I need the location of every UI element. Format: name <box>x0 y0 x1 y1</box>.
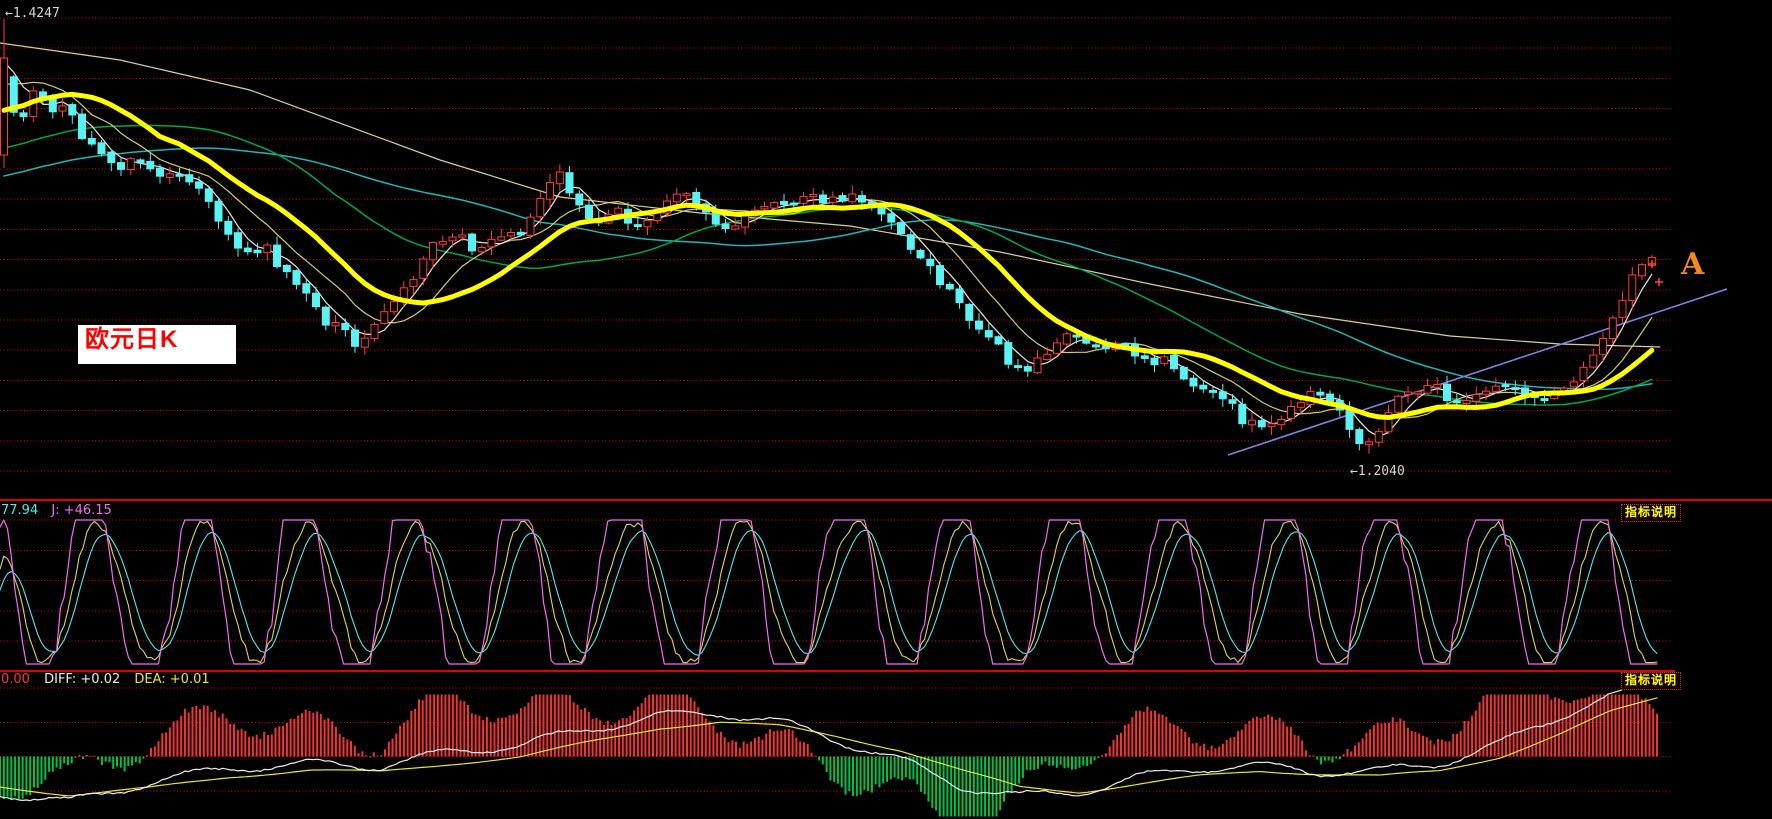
price-high-label: ←1.4247 <box>5 6 60 21</box>
macd-indicator-help-button[interactable]: 指标说明 <box>1621 672 1682 690</box>
annotation-a: A <box>1681 247 1705 282</box>
kdj-readout: 77.94 J: +46.15 <box>1 503 112 518</box>
chart-canvas[interactable] <box>0 0 1772 819</box>
macd-diff-value: DIFF: +0.02 <box>44 672 121 687</box>
trading-app-window: ←1.4247 ←1.2040 欧元日K A 77.94 J: +46.15 指… <box>0 0 1772 819</box>
symbol-label-box: 欧元日K <box>78 325 236 364</box>
kdj-j-value: J: +46.15 <box>51 503 112 518</box>
kdj-d-value: 77.94 <box>1 503 39 518</box>
price-low-label: ←1.2040 <box>1350 464 1405 479</box>
macd-dea-value: DEA: +0.01 <box>134 672 210 687</box>
macd-value: 0.00 <box>1 672 30 687</box>
macd-readout: 0.00 DIFF: +0.02 DEA: +0.01 <box>1 672 210 687</box>
kdj-indicator-help-button[interactable]: 指标说明 <box>1621 504 1682 522</box>
symbol-label: 欧元日K <box>85 326 179 353</box>
